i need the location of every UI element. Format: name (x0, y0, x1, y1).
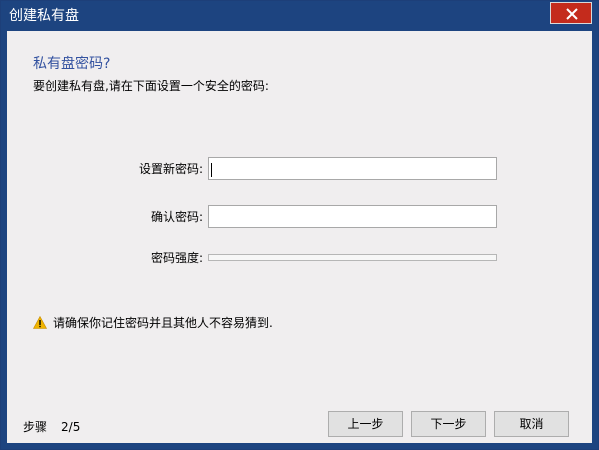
confirm-password-label: 确认密码: (150, 210, 203, 224)
password-strength-label: 密码强度: (150, 251, 203, 265)
close-icon (566, 8, 578, 20)
dialog-window: 创建私有盘 私有盘密码? 要创建私有盘,请在下面设置一个安全的密码: 设置新密码… (0, 0, 599, 450)
dialog-body: 私有盘密码? 要创建私有盘,请在下面设置一个安全的密码: 设置新密码: 确认密码… (7, 31, 592, 443)
page-heading: 私有盘密码? (33, 56, 111, 72)
close-button[interactable] (550, 2, 592, 24)
warning-text: 请确保你记住密码并且其他人不容易猜到. (53, 316, 273, 330)
next-button[interactable]: 下一步 (411, 411, 486, 437)
page-description: 要创建私有盘,请在下面设置一个安全的密码: (33, 79, 269, 93)
confirm-password-field[interactable] (208, 205, 497, 228)
step-value: 2/5 (61, 420, 81, 434)
new-password-label: 设置新密码: (138, 162, 203, 176)
text-caret (211, 163, 212, 177)
password-strength-meter (208, 254, 497, 261)
step-indicator: 步骤 2/5 (23, 419, 80, 435)
title-bar[interactable]: 创建私有盘 (1, 1, 598, 31)
step-label: 步骤 (23, 420, 48, 434)
new-password-field[interactable] (208, 157, 497, 180)
previous-button[interactable]: 上一步 (328, 411, 403, 437)
cancel-button[interactable]: 取消 (494, 411, 569, 437)
window-title: 创建私有盘 (9, 8, 79, 24)
warning-icon (33, 316, 47, 329)
